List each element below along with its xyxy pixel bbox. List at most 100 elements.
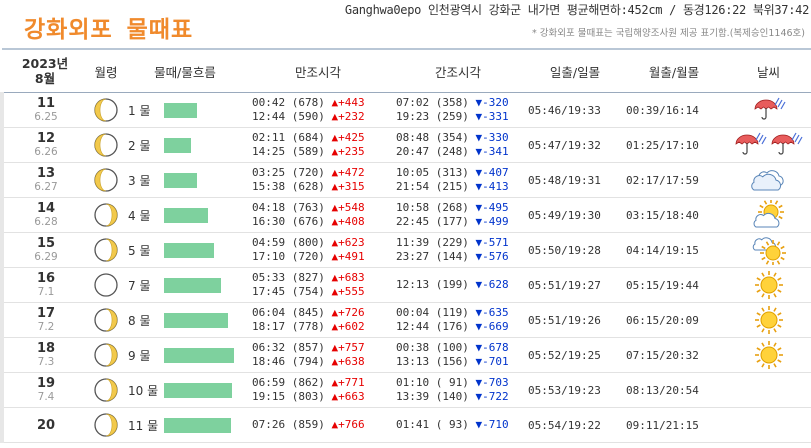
sunrise-sunset: 05:54/19:22 bbox=[526, 407, 624, 443]
high-tide-entry: 17:10 (720) ▲+491 bbox=[252, 250, 390, 264]
low-tide-cell: 01:41 ( 93) ▼-710 bbox=[390, 407, 526, 443]
tide-time: 12:44 bbox=[252, 110, 286, 123]
tide-time: 01:41 bbox=[396, 418, 430, 431]
tide-flow-cell: 11 물 bbox=[124, 407, 246, 443]
tide-time: 06:04 bbox=[252, 306, 286, 319]
high-tide-entry: 17:45 (754) ▲+555 bbox=[252, 285, 390, 299]
date-cell: 11 6.25 bbox=[0, 92, 88, 128]
weather-cell bbox=[724, 92, 811, 128]
tide-level: (763) bbox=[291, 201, 325, 214]
moon-phase-cell bbox=[88, 162, 124, 198]
table-row: 13 6.27 3 물 03:25 (720) ▲+472 15:38 (628) ▲+… bbox=[0, 162, 811, 198]
high-tide-entry: 18:46 (794) ▲+638 bbox=[252, 355, 390, 369]
lunar-date: 7.3 bbox=[37, 356, 55, 368]
tide-label: 4 물 bbox=[128, 209, 151, 223]
sun-cloud-weather-icon bbox=[753, 200, 784, 228]
high-tide-entry: 14:25 (589) ▲+235 bbox=[252, 145, 390, 159]
low-tide-cell: 01:10 ( 91) ▼-703 13:39 (140) ▼-722 bbox=[390, 372, 526, 408]
sunrise-sunset: 05:48/19:31 bbox=[526, 162, 624, 198]
tide-level: (177) bbox=[435, 215, 469, 228]
tide-time: 04:59 bbox=[252, 236, 286, 249]
date-cell: 18 7.3 bbox=[0, 337, 88, 373]
header-low-tide: 간조시각 bbox=[390, 48, 526, 93]
tide-difference: -413 bbox=[482, 180, 509, 193]
low-tide-cell: 08:48 (354) ▼-330 20:47 (248) ▼-341 bbox=[390, 127, 526, 163]
tide-difference: -499 bbox=[482, 215, 509, 228]
tide-time: 11:39 bbox=[396, 236, 430, 249]
tide-difference: +491 bbox=[338, 250, 365, 263]
tide-flow-cell: 1 물 bbox=[124, 92, 246, 128]
tide-level: (313) bbox=[435, 166, 469, 179]
moon-phase-cell bbox=[88, 232, 124, 268]
tide-label: 8 물 bbox=[128, 314, 151, 328]
moonrise-moonset: 09:11/21:15 bbox=[624, 407, 724, 443]
tide-difference: -678 bbox=[482, 341, 509, 354]
tide-flow-bar bbox=[164, 418, 231, 433]
moon-phase-cell bbox=[88, 372, 124, 408]
solar-day: 16 bbox=[36, 271, 56, 286]
moon-phase-cell bbox=[88, 267, 124, 303]
table-row: 16 7.1 7 물 05:33 (827) ▲+683 17:45 (754) ▲+5… bbox=[0, 267, 811, 303]
solar-day: 20 bbox=[36, 417, 56, 433]
moon-phase-icon bbox=[94, 273, 118, 297]
tide-difference: +232 bbox=[338, 110, 365, 123]
tide-level: (215) bbox=[435, 180, 469, 193]
low-tide-entry: 12:13 (199) ▼-628 bbox=[396, 268, 526, 302]
weather-cell bbox=[724, 337, 811, 373]
moon-phase-icon bbox=[94, 98, 118, 122]
moon-phase-cell bbox=[88, 92, 124, 128]
high-tide-cell: 06:32 (857) ▲+757 18:46 (794) ▲+638 bbox=[246, 337, 390, 373]
high-tide-entry: 04:59 (800) ▲+623 bbox=[252, 236, 390, 250]
tide-flow-cell: 8 물 bbox=[124, 302, 246, 338]
moonrise-moonset: 06:15/20:09 bbox=[624, 302, 724, 338]
lunar-date: 6.26 bbox=[34, 146, 58, 158]
header-tide-flow: 물때/물흐름 bbox=[124, 48, 246, 93]
tide-time: 07:26 bbox=[252, 418, 286, 431]
low-tide-entry: 13:13 (156) ▼-701 bbox=[396, 355, 526, 369]
source-note: * 강화외포 물때표는 국립해양조사원 제공 표기함.(복제승인1146호) bbox=[532, 28, 805, 39]
tide-time: 00:42 bbox=[252, 96, 286, 109]
low-tide-entry: 11:39 (229) ▼-571 bbox=[396, 236, 526, 250]
moon-phase-icon bbox=[94, 343, 118, 367]
tide-difference: +408 bbox=[338, 215, 365, 228]
solar-day: 11 bbox=[36, 96, 56, 111]
tide-difference: +663 bbox=[338, 390, 365, 403]
solar-day: 12 bbox=[36, 131, 56, 146]
tide-time: 17:10 bbox=[252, 250, 286, 263]
tide-level: (144) bbox=[435, 250, 469, 263]
high-tide-entry: 07:26 (859) ▲+766 bbox=[252, 408, 390, 442]
moon-phase-icon bbox=[94, 378, 118, 402]
moon-phase-cell bbox=[88, 302, 124, 338]
tide-level: (229) bbox=[435, 236, 469, 249]
low-tide-entry: 10:05 (313) ▼-407 bbox=[396, 166, 526, 180]
tide-flow-bar bbox=[164, 103, 197, 118]
tide-flow-cell: 4 물 bbox=[124, 197, 246, 233]
tide-flow-bar bbox=[164, 313, 228, 328]
low-tide-entry: 20:47 (248) ▼-341 bbox=[396, 145, 526, 159]
low-tide-cell: 11:39 (229) ▼-571 23:27 (144) ▼-576 bbox=[390, 232, 526, 268]
tide-level: (754) bbox=[291, 285, 325, 298]
solar-day: 17 bbox=[36, 306, 56, 321]
tide-flow-cell: 5 물 bbox=[124, 232, 246, 268]
weather-cell bbox=[724, 267, 811, 303]
sunrise-sunset: 05:47/19:32 bbox=[526, 127, 624, 163]
tide-time: 00:04 bbox=[396, 306, 430, 319]
table-row: 11 6.25 1 물 00:42 (678) ▲+443 12:44 (590) ▲+… bbox=[0, 92, 811, 128]
tide-level: (794) bbox=[291, 355, 325, 368]
moonrise-moonset: 01:25/17:10 bbox=[624, 127, 724, 163]
tide-time: 00:38 bbox=[396, 341, 430, 354]
sun-weather-icon bbox=[754, 341, 783, 369]
high-tide-cell: 03:25 (720) ▲+472 15:38 (628) ▲+315 bbox=[246, 162, 390, 198]
moonrise-moonset: 03:15/18:40 bbox=[624, 197, 724, 233]
tide-time: 04:18 bbox=[252, 201, 286, 214]
tide-difference: +315 bbox=[338, 180, 365, 193]
tide-level: (720) bbox=[291, 250, 325, 263]
header-weather: 날씨 bbox=[724, 48, 811, 93]
solar-day: 14 bbox=[36, 201, 56, 216]
lunar-date: 7.1 bbox=[37, 286, 55, 298]
tide-difference: -320 bbox=[482, 96, 509, 109]
low-tide-cell: 00:38 (100) ▼-678 13:13 (156) ▼-701 bbox=[390, 337, 526, 373]
low-tide-entry: 12:44 (176) ▼-669 bbox=[396, 320, 526, 334]
tide-time: 06:32 bbox=[252, 341, 286, 354]
header-date: 2023년 8월 bbox=[2, 48, 88, 93]
